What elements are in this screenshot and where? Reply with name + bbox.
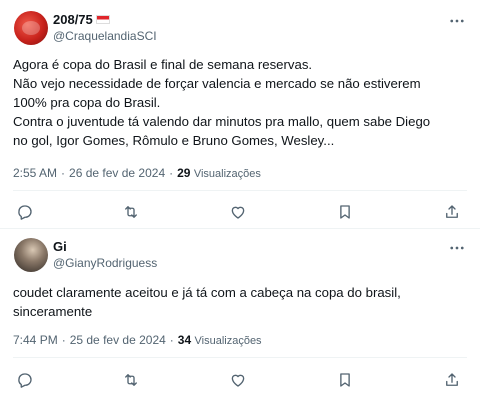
tweet-text: coudet claramente aceitou e já tá com a … [13, 283, 401, 321]
view-count: 34 [177, 333, 192, 347]
action-bar [0, 202, 480, 226]
tweet-text: Agora é copa do Brasil e final de semana… [13, 55, 430, 150]
tweet-text-line: 100% pra copa do Brasil. [13, 95, 161, 110]
tweet-text-line: Contra o juventude tá valendo dar minuto… [13, 114, 431, 129]
tweet-text-line: Não vejo necessidade de forçar valencia … [13, 76, 421, 91]
flag-emoji-icon [95, 15, 110, 24]
share-icon[interactable] [442, 370, 462, 390]
tweet-time[interactable]: 7:44 PM [13, 333, 58, 347]
handle[interactable]: @CraquelandiaSCI [53, 29, 157, 43]
tweet-date[interactable]: 26 de fev de 2024 [69, 166, 165, 180]
tweet-time[interactable]: 2:55 AM [13, 166, 57, 180]
more-icon[interactable] [448, 239, 466, 257]
tweet[interactable]: 208/75 @CraquelandiaSCI Agora é copa do … [0, 0, 480, 229]
handle[interactable]: @GianyRodriguess [53, 256, 157, 270]
views-label: Visualizações [194, 335, 262, 347]
divider [13, 357, 467, 358]
tweet-date[interactable]: 25 de fev de 2024 [70, 333, 166, 347]
retweet-icon[interactable] [121, 202, 141, 222]
action-bar [0, 370, 480, 394]
tweet-text-line: no gol, Igor Gomes, Rômulo e Bruno Gomes… [13, 133, 335, 148]
bookmark-icon[interactable] [335, 202, 355, 222]
share-icon[interactable] [442, 202, 462, 222]
more-icon[interactable] [448, 12, 466, 30]
divider [13, 190, 467, 191]
tweet-text-line: coudet claramente aceitou e já tá com a … [13, 285, 401, 300]
reply-icon[interactable] [15, 370, 35, 390]
display-name[interactable]: 208/75 [53, 12, 93, 27]
tweet-text-line: Agora é copa do Brasil e final de semana… [13, 57, 313, 72]
bookmark-icon[interactable] [335, 370, 355, 390]
retweet-icon[interactable] [121, 370, 141, 390]
like-icon[interactable] [228, 202, 248, 222]
tweet-meta: 2:55 AM · 26 de fev de 2024 · 29 Visualizaçõ… [13, 166, 261, 180]
views-label: Visualizações [193, 168, 261, 180]
view-count: 29 [177, 166, 191, 180]
tweet-text-line: sinceramente [13, 304, 93, 319]
avatar[interactable] [14, 11, 48, 45]
reply-icon[interactable] [15, 202, 35, 222]
tweet-meta: 7:44 PM · 25 de fev de 2024 · 34 Visualizaçõ… [13, 333, 262, 347]
tweet[interactable]: Gi @GianyRodriguess coudet claramente ac… [0, 229, 480, 409]
avatar[interactable] [14, 238, 48, 272]
like-icon[interactable] [228, 370, 248, 390]
display-name[interactable]: Gi [53, 239, 67, 254]
